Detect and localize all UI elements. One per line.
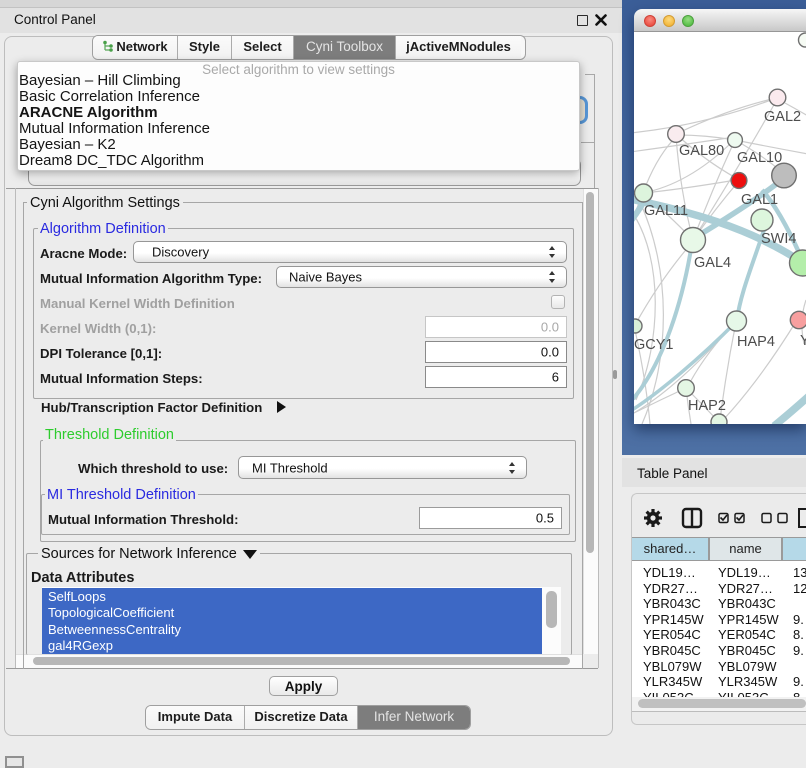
svg-text:GAL4: GAL4 — [694, 255, 731, 271]
svg-text:Y: Y — [800, 333, 806, 349]
svg-text:HAP4: HAP4 — [737, 334, 775, 350]
svg-text:GAL10: GAL10 — [737, 150, 782, 166]
svg-text:GAL11: GAL11 — [644, 203, 688, 219]
svg-text:SWI4: SWI4 — [761, 231, 796, 247]
svg-text:GAL80: GAL80 — [679, 143, 724, 159]
svg-text:GCY1: GCY1 — [634, 337, 674, 353]
svg-text:GAL2: GAL2 — [764, 109, 801, 125]
svg-text:HAP2: HAP2 — [688, 398, 726, 414]
svg-text:GAL1: GAL1 — [741, 192, 778, 208]
